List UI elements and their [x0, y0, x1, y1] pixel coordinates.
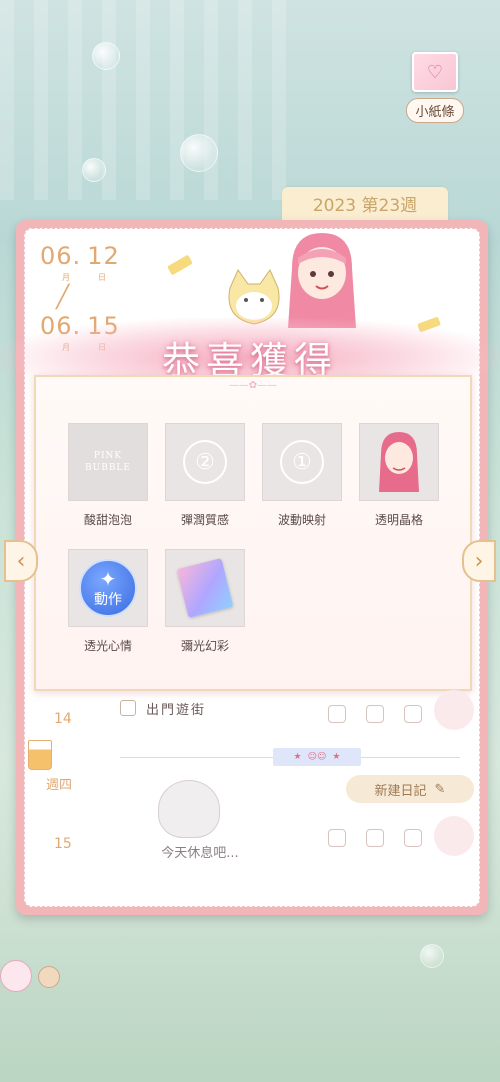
- bottom-scene: [0, 918, 500, 1082]
- star-icon: ★: [293, 752, 302, 762]
- weekday-label: 週四: [46, 778, 73, 793]
- cat-paw-ornament-icon: [0, 960, 32, 992]
- reward-item[interactable]: ② 彈潤質感: [165, 423, 245, 528]
- girl-portrait-icon: [379, 432, 419, 492]
- slot-box[interactable]: [404, 705, 422, 723]
- start-day-unit: 日: [98, 273, 106, 282]
- slot-box[interactable]: [328, 705, 346, 723]
- reward-thumbnail: [359, 423, 439, 501]
- slot-box[interactable]: [404, 829, 422, 847]
- reward-thumbnail: ②: [165, 423, 245, 501]
- reward-item[interactable]: PINK BUBBLE 酸甜泡泡: [68, 423, 148, 528]
- action-badge-icon: ✦ 動作: [79, 559, 137, 617]
- reward-item-label: 透光心情: [83, 639, 132, 653]
- slot-box[interactable]: [366, 705, 384, 723]
- pink-bubble-text: PINK BUBBLE: [85, 451, 131, 473]
- badge-text: 動作: [94, 592, 122, 608]
- task-text: 出門遊街: [146, 703, 207, 718]
- reward-item[interactable]: 彌光幻彩: [165, 549, 245, 654]
- note-button-label: 小紙條: [406, 98, 464, 123]
- reward-thumbnail: PINK BUBBLE: [68, 423, 148, 501]
- start-month-unit: 月: [62, 273, 70, 282]
- day-number: 14: [54, 711, 72, 727]
- reward-item-label: 彌光幻彩: [180, 639, 229, 653]
- next-page-button[interactable]: ›: [462, 540, 496, 582]
- bubble-decoration: [92, 42, 120, 70]
- rainbow-card-icon: [176, 558, 234, 618]
- dancer-icon: ✦: [99, 567, 117, 591]
- bell-icon: [38, 966, 60, 988]
- pencil-icon: ✎: [434, 781, 446, 797]
- reward-item-label: 彈潤質感: [180, 513, 229, 527]
- date-slash: ╱: [56, 285, 70, 310]
- prev-page-button[interactable]: ‹: [4, 540, 38, 582]
- juice-icon: [28, 740, 52, 770]
- bubble-decoration: [82, 158, 106, 182]
- reward-item-label: 波動映射: [277, 513, 326, 527]
- number-one-icon: ①: [280, 440, 324, 484]
- background-curtain: [0, 0, 300, 200]
- chevron-left-icon: ‹: [16, 548, 26, 574]
- reward-item[interactable]: ① 波動映射: [262, 423, 342, 528]
- pink-circle-decoration: [434, 816, 474, 856]
- chibi-icon: ☺☺: [307, 752, 327, 762]
- reward-item[interactable]: ✦ 動作 透光心情: [68, 549, 148, 654]
- reward-thumbnail: ✦ 動作: [68, 549, 148, 627]
- reward-panel: ——✿—— PINK BUBBLE 酸甜泡泡 ② 彈潤質感 ① 波動映射 透明晶…: [34, 375, 472, 691]
- chevron-right-icon: ›: [474, 548, 484, 574]
- pink-circle-decoration: [434, 690, 474, 730]
- washi-tape-decoration: ★ ☺☺ ★: [273, 748, 361, 766]
- number-two-icon: ②: [183, 440, 227, 484]
- slot-box[interactable]: [366, 829, 384, 847]
- new-diary-button[interactable]: 新建日記 ✎: [346, 775, 474, 803]
- reward-thumbnail: ①: [262, 423, 342, 501]
- star-icon: ★: [332, 752, 341, 762]
- reward-item[interactable]: 透明晶格: [359, 423, 439, 528]
- start-day: 12: [87, 242, 120, 270]
- reward-thumbnail: [165, 549, 245, 627]
- start-month: 06.: [40, 242, 82, 270]
- reward-item-label: 透明晶格: [374, 513, 423, 527]
- reward-item-label: 酸甜泡泡: [83, 513, 132, 527]
- resting-chibi-illustration: [158, 780, 220, 838]
- note-thumbnail-icon: ♡: [412, 52, 458, 92]
- slot-box[interactable]: [328, 829, 346, 847]
- bubble-decoration: [180, 134, 218, 172]
- new-diary-label: 新建日記: [374, 783, 427, 799]
- note-button[interactable]: ♡ 小紙條: [400, 52, 470, 123]
- panel-ornament-icon: ——✿——: [228, 380, 278, 391]
- task-checkbox[interactable]: [120, 700, 136, 716]
